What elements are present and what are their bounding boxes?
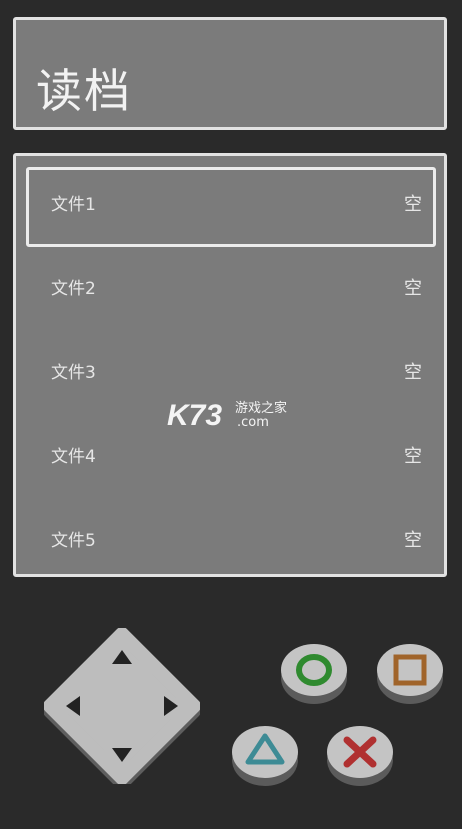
slot-name: 文件5: [51, 531, 96, 551]
slot-status: 空: [404, 362, 422, 383]
slot-name: 文件2: [51, 279, 96, 299]
save-slot-3[interactable]: 文件3 空: [26, 335, 436, 415]
save-slot-5[interactable]: 文件5 空: [26, 503, 436, 583]
dpad-icon: [44, 628, 200, 784]
save-slot-list: 文件1 空 文件2 空 文件3 空 文件4 空 文件5 空: [13, 153, 447, 577]
dpad-control[interactable]: [44, 628, 200, 784]
triangle-button[interactable]: [230, 722, 300, 788]
slot-status: 空: [404, 278, 422, 299]
title-panel: 读档: [13, 17, 447, 130]
save-slot-4[interactable]: 文件4 空: [26, 419, 436, 499]
square-button[interactable]: [375, 640, 445, 706]
slot-status: 空: [404, 194, 422, 215]
save-slot-2[interactable]: 文件2 空: [26, 251, 436, 331]
cross-button[interactable]: [325, 722, 395, 788]
slot-status: 空: [404, 446, 422, 467]
slot-status: 空: [404, 530, 422, 551]
slot-name: 文件3: [51, 363, 96, 383]
slot-name: 文件4: [51, 447, 96, 467]
save-slot-1[interactable]: 文件1 空: [26, 167, 436, 247]
slot-name: 文件1: [51, 195, 96, 215]
page-title: 读档: [36, 64, 132, 118]
circle-button[interactable]: [279, 640, 349, 706]
